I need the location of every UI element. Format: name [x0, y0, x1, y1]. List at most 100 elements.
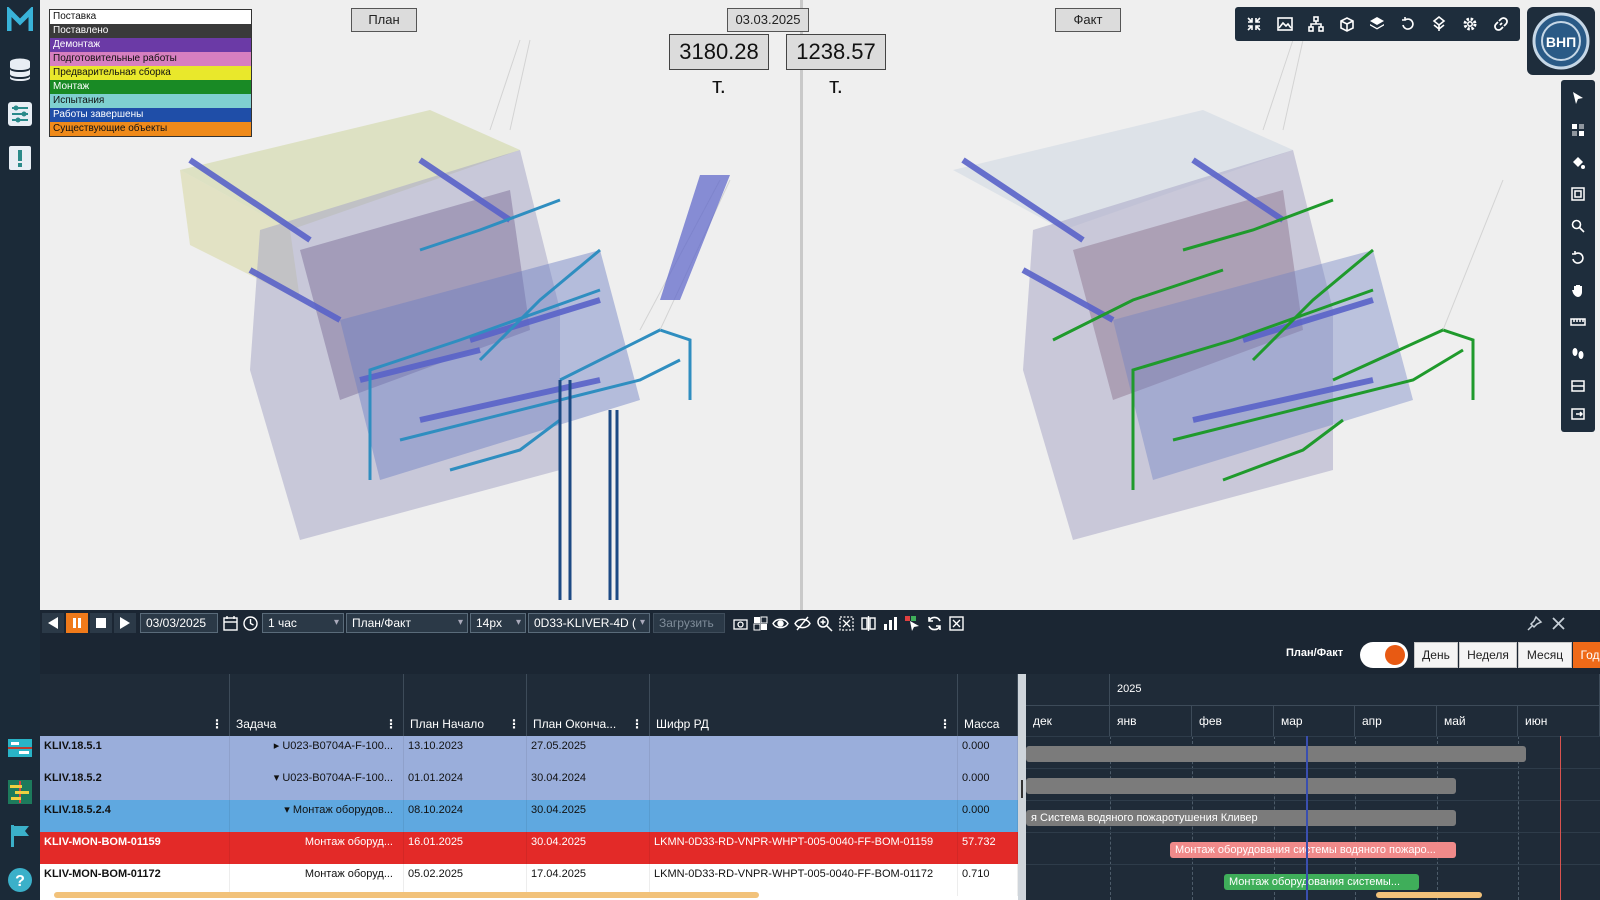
checker-icon[interactable]: [750, 613, 770, 633]
company-emblem-icon: ВНП: [1532, 12, 1590, 70]
gantt-task-bar[interactable]: я Система водяного пожаротушения Кливер: [1026, 810, 1456, 826]
filter-settings-icon[interactable]: [6, 100, 34, 128]
plan-fact-toggle[interactable]: [1360, 642, 1408, 668]
gantt-icon[interactable]: [6, 778, 34, 806]
play-button[interactable]: [114, 613, 136, 633]
toggle-knob: [1385, 645, 1405, 665]
zoom-in-icon[interactable]: [814, 613, 834, 633]
scale-year-button[interactable]: Год: [1573, 642, 1600, 668]
table-row[interactable]: KLIV.18.5.2.4 ▾ Монтаж оборудов... 08.10.2…: [40, 800, 1018, 832]
model-structure-icon[interactable]: [1427, 12, 1451, 36]
orbit-icon[interactable]: [1566, 246, 1590, 270]
column-header-plan-start[interactable]: План Начало ⋮: [404, 674, 527, 736]
scale-month-button[interactable]: Месяц: [1518, 642, 1572, 668]
cell-id: KLIV.18.5.1: [40, 736, 230, 768]
help-icon[interactable]: ?: [6, 866, 34, 894]
table-row[interactable]: KLIV.18.5.2 ▾ U023-B0704A-F-100... 01.01.2…: [40, 768, 1018, 800]
settings-gear-icon[interactable]: [1458, 12, 1482, 36]
pin-icon[interactable]: [1524, 613, 1544, 633]
column-header-rd-code[interactable]: Шифр РД ⋮: [650, 674, 958, 736]
app-logo-icon[interactable]: [6, 6, 34, 34]
gantt-task-bar[interactable]: [1026, 746, 1526, 762]
gantt-task-bar[interactable]: [1026, 778, 1456, 794]
excel-export-icon[interactable]: [946, 613, 966, 633]
alert-icon[interactable]: [6, 144, 34, 172]
timeline-row: Монтаж оборудования системы водяного пож…: [1026, 832, 1600, 864]
deadline-marker: [1560, 736, 1561, 900]
pan-hand-icon[interactable]: [1566, 278, 1590, 302]
table-row[interactable]: KLIV.18.5.1 ▸ U023-B0704A-F-100... 13.10.2…: [40, 736, 1018, 768]
timeline-row: Монтаж оборудования системы...: [1026, 864, 1600, 896]
legend-item: Испытания: [50, 94, 251, 108]
column-header-plan-end[interactable]: План Оконча... ⋮: [527, 674, 650, 736]
compare-icon[interactable]: [858, 613, 878, 633]
step-back-button[interactable]: [42, 613, 64, 633]
column-menu-icon[interactable]: ⋮: [631, 717, 643, 731]
image-icon[interactable]: [1273, 12, 1297, 36]
hierarchy-icon[interactable]: [1304, 12, 1328, 36]
scale-week-button[interactable]: Неделя: [1459, 642, 1517, 668]
top-toolbar: [1235, 7, 1520, 41]
stop-button[interactable]: [90, 613, 112, 633]
select-pointer-icon[interactable]: [1566, 86, 1590, 110]
fit-view-icon[interactable]: [1566, 182, 1590, 206]
pause-button[interactable]: [66, 613, 88, 633]
rotate-view-icon[interactable]: [1396, 12, 1420, 36]
exit-icon[interactable]: [1566, 402, 1590, 426]
column-header-mass[interactable]: Масса: [958, 674, 1018, 736]
clock-icon[interactable]: [240, 613, 260, 633]
column-header-id[interactable]: ⋮: [40, 674, 230, 736]
database-icon[interactable]: [6, 56, 34, 84]
walk-icon[interactable]: [1566, 342, 1590, 366]
eye-icon[interactable]: [770, 613, 790, 633]
model-viewport[interactable]: Поставка Поставлено Демонтаж Подготовительн…: [40, 0, 1600, 610]
eye-off-icon[interactable]: [792, 613, 812, 633]
column-menu-icon[interactable]: ⋮: [939, 717, 951, 731]
gantt-task-bar[interactable]: Монтаж оборудования системы...: [1224, 874, 1419, 890]
step-select[interactable]: 1 час: [262, 613, 344, 633]
grid-view-icon[interactable]: [1566, 118, 1590, 142]
camera-add-icon[interactable]: [730, 613, 750, 633]
mode-select[interactable]: План/Факт: [346, 613, 468, 633]
playback-toolbar: 03/03/2025 1 час План/Факт 14px 0D33-KLI…: [40, 610, 1600, 636]
calendar-icon[interactable]: [220, 613, 240, 633]
link-icon[interactable]: [1489, 12, 1513, 36]
cell-mass: 0.710: [958, 864, 1018, 896]
company-logo-text: ВНП: [1546, 34, 1576, 50]
layers-icon[interactable]: [1365, 12, 1389, 36]
model-select[interactable]: 0D33-KLIVER-4D (: [528, 613, 650, 633]
flag-icon[interactable]: [6, 822, 34, 850]
grid-timeline-splitter[interactable]: [1018, 674, 1026, 900]
gantt-task-bar[interactable]: Монтаж оборудования системы водяного пож…: [1170, 842, 1456, 858]
measure-icon[interactable]: [1566, 310, 1590, 334]
column-header-task[interactable]: Задача ⋮: [230, 674, 404, 736]
close-panel-icon[interactable]: [1548, 613, 1568, 633]
timeline-scrollbar[interactable]: [1376, 892, 1482, 898]
playback-date-input[interactable]: 03/03/2025: [140, 613, 218, 633]
column-menu-icon[interactable]: ⋮: [211, 717, 223, 731]
grid-header: ⋮ Задача ⋮ План Начало ⋮ План Оконча... ⋮ Ш…: [40, 674, 1018, 736]
color-pointer-icon[interactable]: [902, 613, 922, 633]
column-menu-icon[interactable]: ⋮: [385, 717, 397, 731]
table-row[interactable]: KLIV-MON-BOM-01159 Монтаж оборуд... 16.01.…: [40, 832, 1018, 864]
scale-day-button[interactable]: День: [1414, 642, 1458, 668]
fact-3d-model[interactable]: [803, 0, 1600, 610]
schedule-icon[interactable]: [6, 734, 34, 762]
size-select[interactable]: 14px: [470, 613, 526, 633]
horizontal-scrollbar[interactable]: [54, 892, 759, 898]
legend-item: Монтаж: [50, 80, 251, 94]
cube-icon[interactable]: [1335, 12, 1359, 36]
cell-task: ▸ U023-B0704A-F-100...: [230, 736, 404, 768]
section-plane-icon[interactable]: [1566, 374, 1590, 398]
bar-chart-icon[interactable]: [880, 613, 900, 633]
timeline-year: 2025: [1110, 674, 1600, 706]
zoom-search-icon[interactable]: [1566, 214, 1590, 238]
paint-icon[interactable]: [1566, 150, 1590, 174]
collapse-icon[interactable]: [1242, 12, 1266, 36]
today-marker: [1306, 736, 1308, 900]
box-select-icon[interactable]: [836, 613, 856, 633]
load-button[interactable]: Загрузить: [653, 613, 725, 633]
cell-rd-code: LKMN-0D33-RD-VNPR-WHPT-005-0040-FF-BOM-0…: [650, 832, 958, 864]
column-menu-icon[interactable]: ⋮: [508, 717, 520, 731]
refresh-icon[interactable]: [924, 613, 944, 633]
